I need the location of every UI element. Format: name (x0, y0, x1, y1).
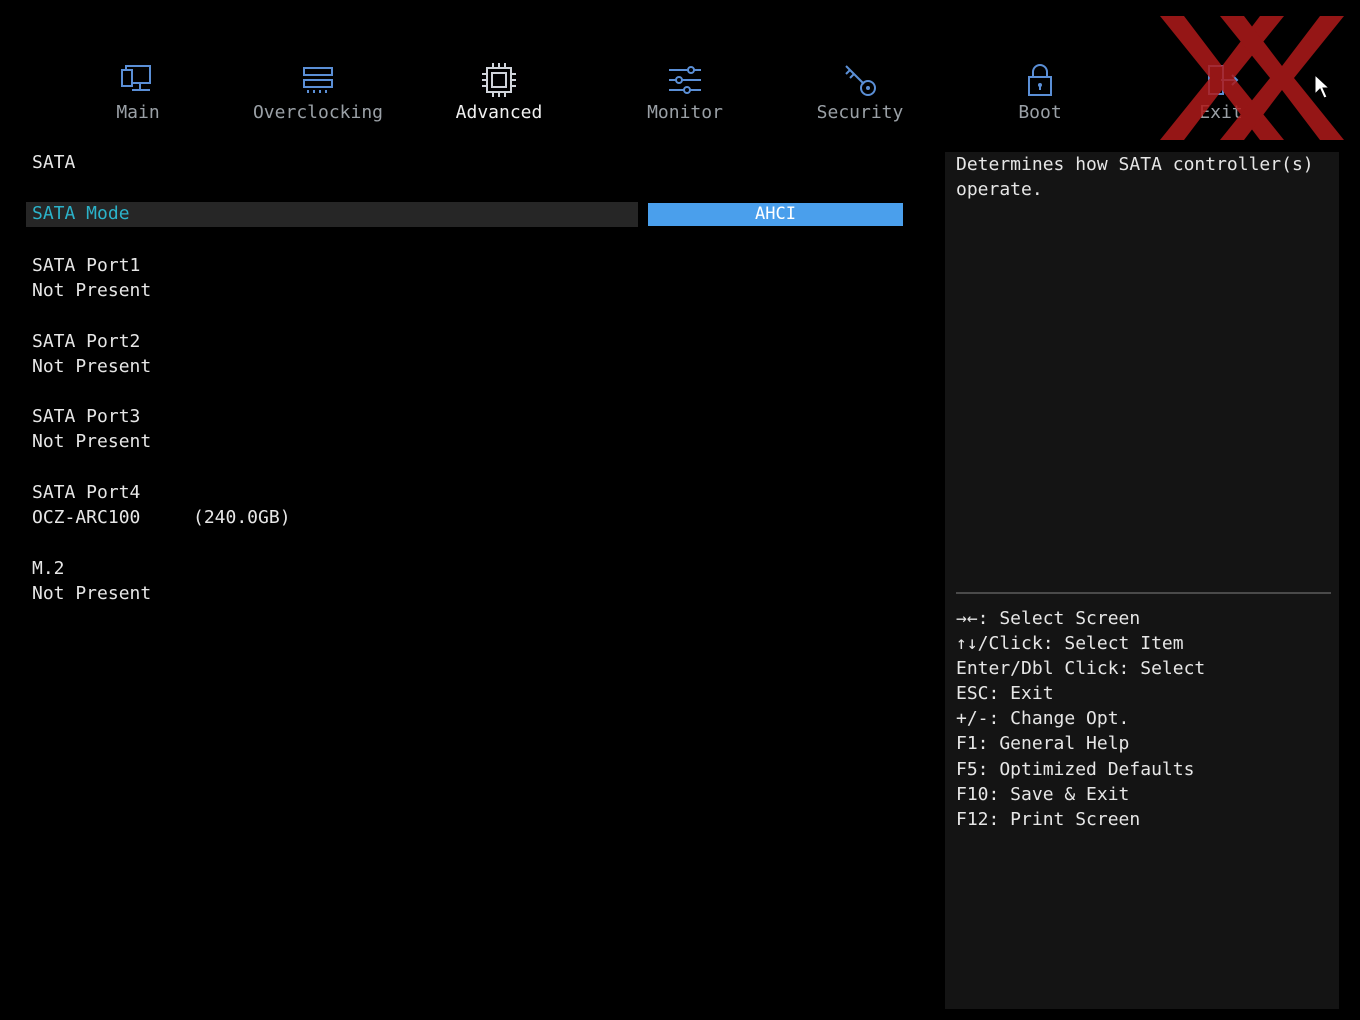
tab-advanced[interactable]: Advanced (419, 60, 579, 130)
section-title: SATA (32, 152, 76, 173)
sata-mode-row[interactable]: SATA Mode (26, 202, 638, 227)
port-status: Not Present (32, 280, 152, 301)
port-item: SATA Port3 Not Present (32, 404, 151, 454)
mouse-cursor-icon (1314, 74, 1330, 99)
port-name: M.2 (32, 558, 65, 579)
tab-security-label: Security (816, 102, 904, 123)
port-size: (240.0GB) (193, 507, 291, 528)
tab-security[interactable]: Security (780, 60, 940, 130)
help-description: Determines how SATA controller(s) operat… (956, 154, 1314, 200)
port-status: Not Present (32, 583, 152, 604)
key-hint: ESC: Exit (956, 683, 1054, 705)
help-divider (956, 592, 1331, 594)
memory-icon (303, 67, 333, 93)
key-hint: +/-: Change Opt. (956, 708, 1130, 730)
port-status: OCZ-ARC100 (32, 507, 141, 528)
key-hint: F10: Save & Exit (956, 783, 1130, 805)
chip-icon (482, 63, 516, 97)
port-name: SATA Port2 (32, 331, 141, 352)
bios-screen: Main Overclocking Advanced Monitor Secur… (0, 0, 1360, 1020)
sliders-icon (669, 66, 701, 94)
port-item: SATA Port2 Not Present (32, 329, 151, 379)
port-item: M.2 Not Present (32, 556, 151, 606)
tab-boot[interactable]: Boot (960, 60, 1120, 130)
port-item: SATA Port1 Not Present (32, 253, 151, 303)
tab-main-label: Main (116, 102, 160, 123)
key-hint: F12: Print Screen (956, 808, 1141, 830)
key-hint: F1: General Help (956, 733, 1130, 755)
key-legend: →←: Select Screen ↑↓/Click: Select Item … (956, 606, 1205, 832)
port-status: Not Present (32, 431, 152, 452)
tab-overclocking[interactable]: Overclocking (238, 60, 398, 130)
sata-mode-value[interactable]: AHCI (648, 203, 903, 226)
port-name: SATA Port1 (32, 255, 141, 276)
key-hint: Enter/Dbl Click: Select (956, 658, 1206, 680)
key-hint: ↑↓/Click: Select Item (956, 633, 1184, 655)
tab-advanced-label: Advanced (455, 102, 543, 123)
tab-boot-label: Boot (1018, 102, 1062, 123)
key-hint: →←: Select Screen (956, 608, 1141, 629)
tab-monitor-label: Monitor (647, 102, 723, 123)
tab-main[interactable]: Main (58, 60, 218, 130)
help-panel: Determines how SATA controller(s) operat… (945, 152, 1339, 1009)
monitor-icon (121, 65, 151, 91)
lock-icon (1028, 64, 1052, 96)
port-name: SATA Port3 (32, 406, 141, 427)
key-hint: F5: Optimized Defaults (956, 758, 1195, 780)
port-status: Not Present (32, 356, 152, 377)
key-icon (845, 65, 876, 96)
sata-mode-label: SATA Mode (32, 203, 130, 224)
port-name: SATA Port4 (32, 482, 141, 503)
tab-overclocking-label: Overclocking (252, 102, 384, 123)
port-item: SATA Port4 OCZ-ARC100 (240.0GB) (32, 480, 291, 530)
tab-monitor[interactable]: Monitor (605, 60, 765, 130)
